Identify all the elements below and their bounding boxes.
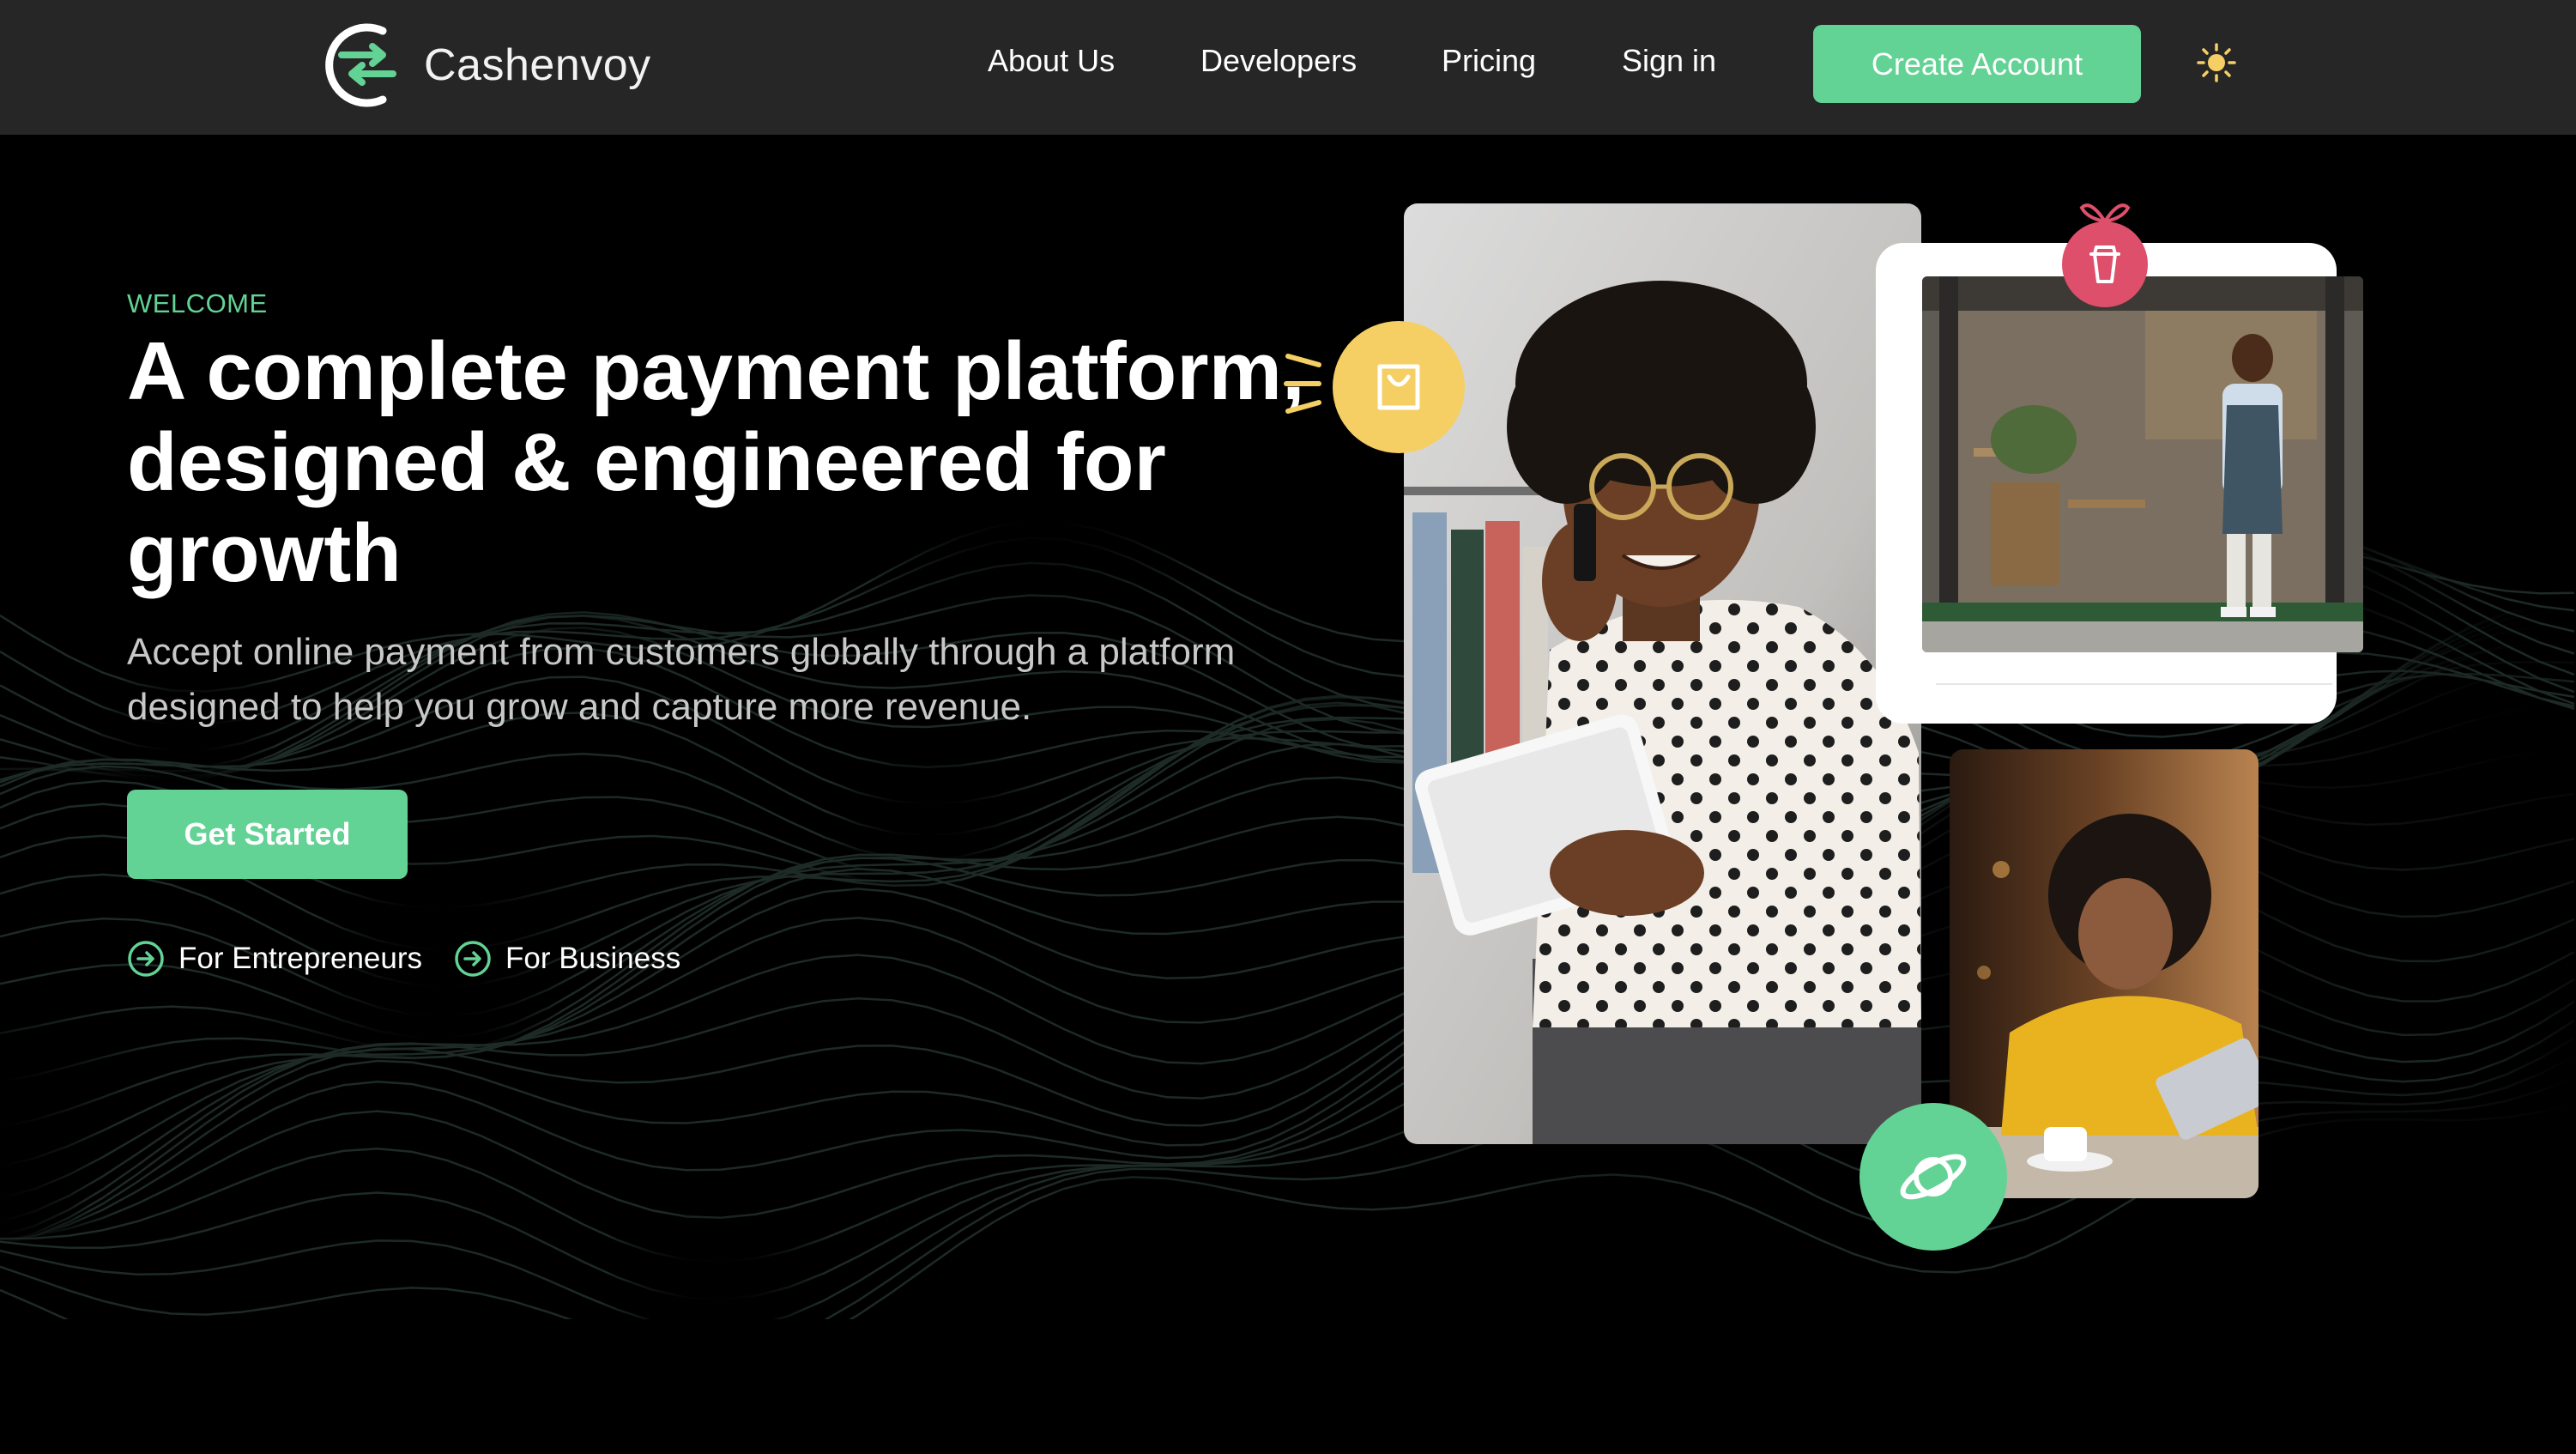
cup-icon: [2089, 245, 2120, 283]
shopping-bag-badge: [1333, 321, 1465, 453]
for-entrepreneurs-link[interactable]: For Entrepreneurs: [127, 937, 422, 980]
planet-icon: [1900, 1154, 1967, 1200]
shopping-bag-icon: [1377, 364, 1420, 410]
create-account-button[interactable]: Create Account: [1813, 25, 2141, 103]
sun-icon[interactable]: [2197, 43, 2236, 82]
arrow-circle-right-icon: [455, 941, 491, 977]
woman-with-card-photo: [1950, 749, 2259, 1198]
get-started-button[interactable]: Get Started: [127, 790, 408, 879]
for-entrepreneurs-label: For Entrepreneurs: [178, 942, 423, 975]
woman-on-phone-photo: [1404, 203, 1921, 1144]
nav-developers[interactable]: Developers: [1200, 43, 1357, 79]
nav-sign-in[interactable]: Sign in: [1622, 43, 1716, 79]
cashenvoy-logo-icon: [325, 23, 396, 107]
welcome-eyebrow: WELCOME: [127, 288, 268, 318]
card-divider: [1936, 683, 2332, 685]
nav-pricing[interactable]: Pricing: [1442, 43, 1536, 79]
nav-about-us[interactable]: About Us: [988, 43, 1115, 79]
hero-subtext: Accept online payment from customers glo…: [127, 631, 1236, 728]
for-business-link[interactable]: For Business: [454, 937, 680, 980]
for-business-label: For Business: [505, 942, 681, 975]
brand-logo[interactable]: Cashenvoy: [323, 21, 651, 110]
cup-badge: [2062, 221, 2148, 307]
top-navigation-bar: Cashenvoy About Us Developers Pricing Si…: [0, 0, 2576, 135]
hero-headline: A complete payment platform, designed & …: [127, 325, 1305, 599]
arrow-circle-right-icon: [128, 941, 164, 977]
shop-owner-photo: [1922, 276, 2363, 652]
planet-badge: [1859, 1103, 2007, 1251]
sparkle-lines-icon: [1284, 354, 1321, 414]
brand-name: Cashenvoy: [424, 40, 651, 90]
